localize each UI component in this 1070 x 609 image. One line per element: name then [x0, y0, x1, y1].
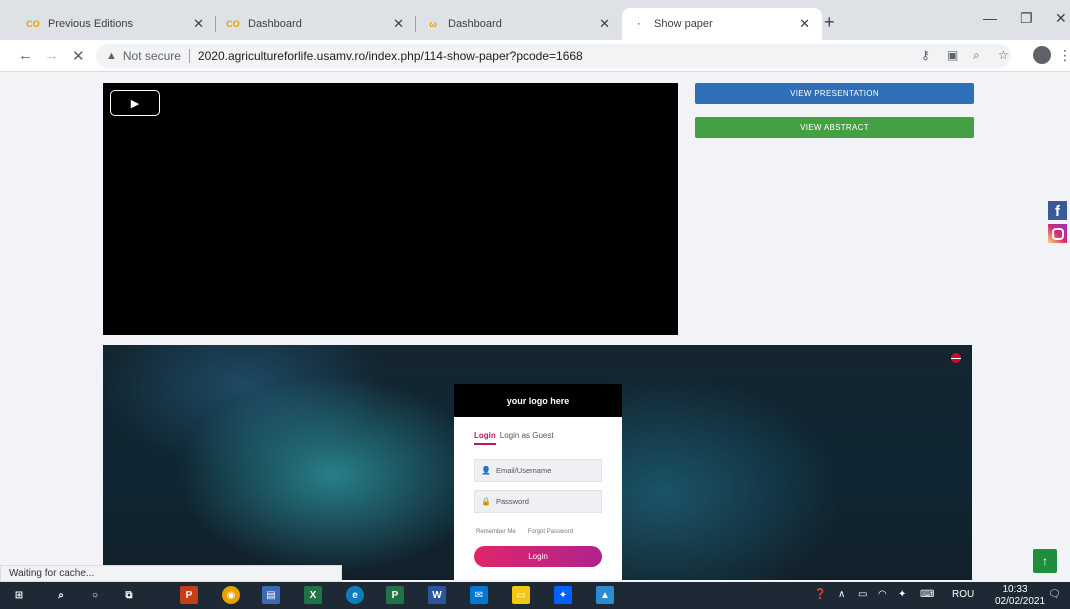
bookmark-star-icon[interactable]: ☆ — [998, 48, 1009, 62]
play-button[interactable]: ▶ — [110, 90, 160, 116]
embedded-login-frame: your logo here Login Login as Guest 👤 Em… — [103, 345, 972, 580]
divider — [188, 49, 190, 63]
login-card: your logo here Login Login as Guest 👤 Em… — [454, 384, 622, 580]
wifi-icon[interactable]: ◠ — [878, 589, 887, 600]
facebook-icon[interactable]: f — [1048, 201, 1067, 220]
play-icon: ▶ — [130, 97, 140, 110]
arrow-up-icon: ↑ — [1042, 554, 1048, 568]
password-placeholder: Password — [495, 497, 529, 506]
scroll-to-top-button[interactable]: ↑ — [1033, 549, 1057, 573]
search-icon[interactable]: ⌕ — [52, 586, 70, 604]
tab-title: Dashboard — [248, 18, 302, 30]
new-tab-icon[interactable]: + — [824, 12, 835, 33]
language-indicator[interactable]: ROU — [952, 589, 974, 600]
tab-previous-editions[interactable]: CO Previous Editions ✕ — [16, 8, 216, 40]
url-text: 2020.agricultureforlife.usamv.ro/index.p… — [197, 49, 583, 63]
zoom-icon[interactable]: ⌕ — [973, 48, 980, 63]
video-player[interactable]: ▶ — [103, 83, 678, 335]
keyboard-icon[interactable]: ⌨ — [920, 589, 934, 600]
forgot-password-link[interactable]: Forgot Password — [528, 529, 573, 535]
chrome-icon[interactable]: ◉ — [222, 586, 240, 604]
tab-strip: CO Previous Editions ✕ CO Dashboard ✕ ω … — [0, 0, 1070, 40]
battery-icon[interactable]: ▭ — [858, 589, 867, 600]
store-icon[interactable]: ▤ — [262, 586, 280, 604]
language-flag-icon[interactable] — [951, 353, 961, 363]
browser-toolbar: ← → ✕ ▲ Not secure 2020.agricultureforli… — [0, 40, 1070, 72]
profile-avatar-icon[interactable] — [1033, 46, 1051, 64]
edge-icon[interactable]: e — [346, 586, 364, 604]
word-icon[interactable]: W — [428, 586, 446, 604]
tab-title: Dashboard — [448, 18, 502, 30]
tab-login-guest[interactable]: Login as Guest — [500, 431, 554, 445]
tab-title: Previous Editions — [48, 18, 133, 30]
lock-icon: 🔒 — [481, 497, 491, 506]
logo-placeholder: your logo here — [454, 384, 622, 417]
tab-login[interactable]: Login — [474, 431, 496, 445]
security-label: Not secure — [122, 49, 181, 63]
task-view-icon[interactable]: ⧉ — [120, 586, 138, 604]
warning-icon[interactable]: ▲ — [106, 50, 117, 62]
excel-icon[interactable]: X — [304, 586, 322, 604]
email-placeholder: Email/Username — [495, 466, 552, 475]
clock[interactable]: 10:33 02/02/2021 — [995, 584, 1046, 608]
login-options: Remember Me Forgot Password — [476, 529, 573, 535]
close-tab-icon[interactable]: ✕ — [799, 16, 810, 32]
project-icon[interactable]: P — [386, 586, 404, 604]
page-content: ▶ VIEW PRESENTATION VIEW ABSTRACT f your… — [0, 73, 1070, 580]
mail-icon[interactable]: ✉ — [470, 586, 488, 604]
help-icon[interactable]: ❓ — [814, 589, 826, 600]
notifications-icon[interactable]: 🗨 — [1048, 589, 1061, 600]
minimize-icon[interactable]: — — [983, 10, 997, 26]
show-hidden-icons[interactable]: ∧ — [838, 589, 845, 600]
forward-icon[interactable]: → — [44, 47, 59, 64]
user-icon: 👤 — [481, 466, 491, 475]
menu-dots-icon[interactable]: ⋮ — [1058, 47, 1070, 64]
tab-title: Show paper — [654, 18, 713, 30]
tab-dashboard-2[interactable]: ω Dashboard ✕ — [416, 8, 622, 40]
login-button[interactable]: Login — [474, 546, 602, 567]
instagram-icon[interactable] — [1048, 224, 1067, 243]
restore-icon[interactable]: ❐ — [1020, 10, 1033, 27]
clock-time: 10:33 — [1002, 584, 1028, 595]
password-field[interactable]: 🔒 Password — [474, 490, 602, 513]
powerpoint-icon[interactable]: P — [180, 586, 198, 604]
email-field[interactable]: 👤 Email/Username — [474, 459, 602, 482]
tab-show-paper[interactable]: · Show paper ✕ — [622, 8, 822, 40]
tab-dashboard-1[interactable]: CO Dashboard ✕ — [216, 8, 416, 40]
cortana-icon[interactable]: ○ — [86, 586, 104, 604]
view-abstract-button[interactable]: VIEW ABSTRACT — [695, 117, 974, 138]
dropbox-icon[interactable]: ✦ — [554, 586, 572, 604]
remember-me-checkbox[interactable]: Remember Me — [476, 529, 516, 535]
close-window-icon[interactable]: ✕ — [1055, 10, 1067, 27]
site-favicon-icon: CO — [26, 19, 40, 29]
stop-icon[interactable]: ✕ — [72, 47, 85, 65]
start-icon[interactable]: ⊞ — [10, 586, 28, 604]
file-explorer-icon[interactable]: ▭ — [512, 586, 530, 604]
close-tab-icon[interactable]: ✕ — [393, 16, 404, 32]
address-bar[interactable]: ▲ Not secure 2020.agricultureforlife.usa… — [96, 44, 1011, 68]
status-bar: Waiting for cache... — [0, 565, 342, 582]
site-favicon-icon: CO — [226, 19, 240, 29]
login-tabs: Login Login as Guest — [474, 431, 554, 445]
back-icon[interactable]: ← — [18, 47, 33, 64]
translate-icon[interactable]: ▣ — [947, 48, 958, 62]
site-favicon-icon: ω — [429, 19, 437, 29]
photos-icon[interactable]: ▲ — [596, 586, 614, 604]
close-tab-icon[interactable]: ✕ — [193, 16, 204, 32]
key-icon[interactable]: ⚷ — [921, 48, 930, 62]
view-presentation-button[interactable]: VIEW PRESENTATION — [695, 83, 974, 104]
loading-favicon-icon: · — [637, 19, 641, 29]
close-tab-icon[interactable]: ✕ — [599, 16, 610, 32]
windows-taskbar: ⊞ ⌕ ○ ⧉ P ◉ ▤ X e P W ✉ ▭ ✦ ▲ ❓ ∧ ▭ ◠ ✦ … — [0, 582, 1070, 609]
dropbox-tray-icon[interactable]: ✦ — [898, 589, 906, 600]
clock-date: 02/02/2021 — [995, 596, 1046, 607]
